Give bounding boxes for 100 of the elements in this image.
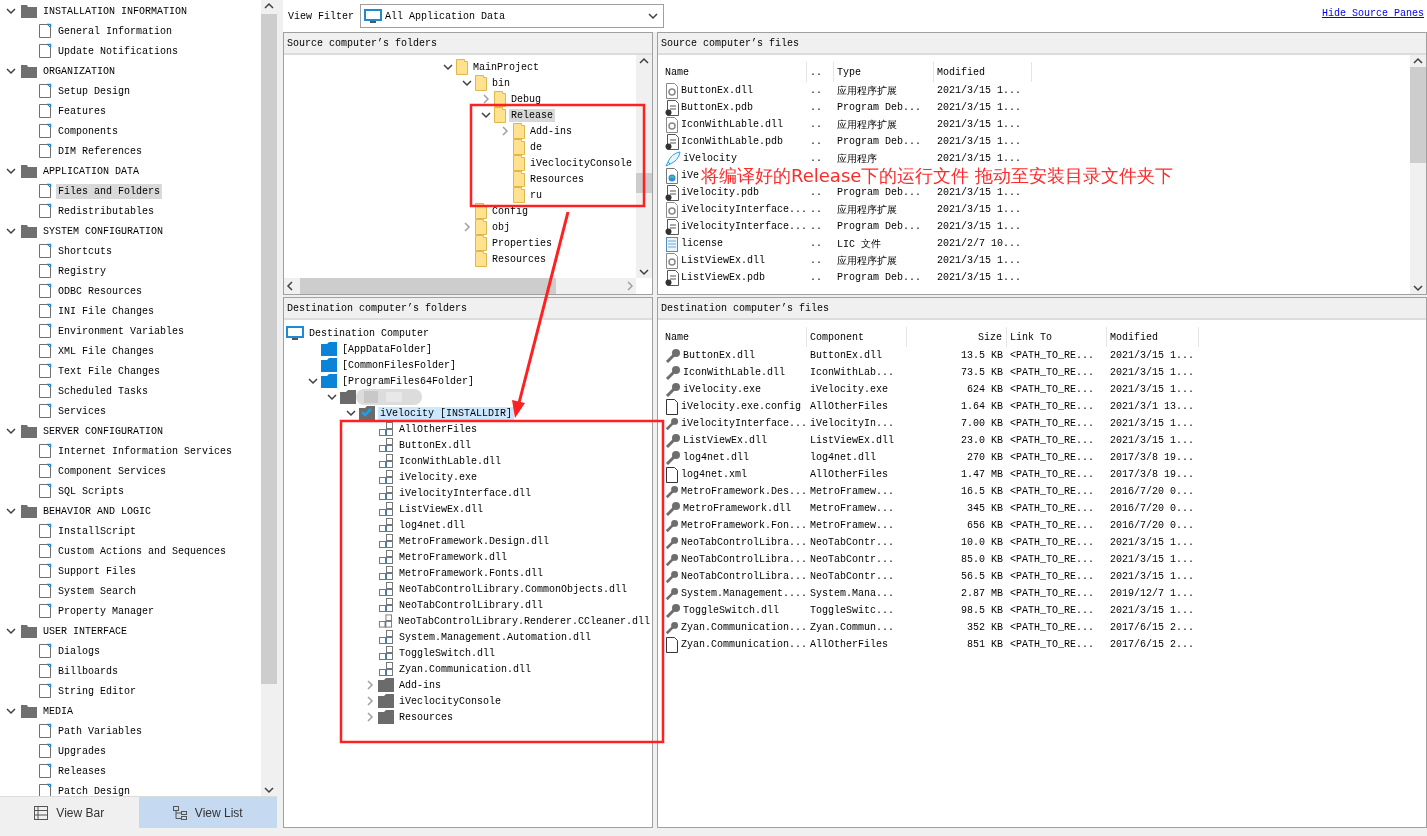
chevron-icon[interactable] — [461, 77, 473, 89]
sidebar-item[interactable]: DIM References — [56, 143, 144, 159]
chevron-icon[interactable] — [5, 505, 17, 517]
sidebar-item[interactable]: General Information — [56, 23, 175, 39]
tree-item[interactable]: Resources — [490, 252, 548, 266]
tree-item[interactable]: iVeclocityConsole — [397, 694, 504, 708]
sidebar-item[interactable]: Components — [56, 123, 120, 139]
chevron-down-icon[interactable] — [263, 784, 275, 796]
tree-item[interactable]: [ProgramFiles64Folder] — [340, 374, 477, 388]
tree-item[interactable]: MetroFramework.dll — [397, 550, 510, 564]
scroll-thumb[interactable] — [1410, 67, 1426, 163]
tree-item[interactable]: Destination Computer — [307, 326, 432, 340]
group-header[interactable]: USER INTERFACE — [43, 625, 127, 637]
tree-item[interactable]: NeoTabControlLibrary.Renderer.CCleaner.dll — [395, 614, 652, 628]
chevron-icon[interactable] — [442, 61, 454, 73]
chevron-icon[interactable] — [480, 109, 492, 121]
sidebar-item[interactable]: XML File Changes — [56, 343, 156, 359]
column-header[interactable]: Type — [834, 62, 934, 82]
tree-item[interactable]: iVelocityInterface.dll — [397, 486, 534, 500]
sidebar-item[interactable]: Component Services — [56, 463, 169, 479]
view-tab[interactable]: View List — [138, 797, 277, 828]
tree-item[interactable]: iVelocity.exe — [397, 470, 479, 484]
tree-item[interactable]: Zyan.Communication.dll — [397, 662, 534, 676]
tree-item[interactable]: Resources — [397, 710, 455, 724]
tree-item[interactable]: ToggleSwitch.dll — [397, 646, 497, 660]
tree-item[interactable]: Add-ins — [528, 124, 574, 138]
scrollbar[interactable] — [284, 278, 636, 294]
scroll-thumb[interactable] — [261, 14, 277, 684]
sidebar-item[interactable]: Path Variables — [56, 723, 144, 739]
chevron-icon[interactable] — [5, 625, 17, 637]
view-filter-dropdown[interactable]: All Application Data — [360, 4, 664, 28]
sidebar-item[interactable]: Redistributables — [56, 203, 156, 219]
sidebar-item[interactable]: Dialogs — [56, 643, 102, 659]
tree-item[interactable]: iVeclocityConsole — [528, 156, 635, 170]
chevron-down-icon[interactable] — [638, 266, 650, 278]
sidebar-item[interactable]: Files and Folders — [56, 183, 163, 199]
sidebar-item[interactable]: String Editor — [56, 683, 138, 699]
view-tab[interactable]: View Bar — [0, 797, 139, 828]
sidebar-item[interactable]: Environment Variables — [56, 323, 187, 339]
tree-item[interactable]: ButtonEx.dll — [397, 438, 473, 452]
sidebar-item[interactable]: Upgrades — [56, 743, 108, 759]
sidebar-item[interactable]: Scheduled Tasks — [56, 383, 150, 399]
column-header[interactable]: Link To — [1007, 327, 1107, 347]
tree-item[interactable]: [CommonFilesFolder] — [340, 358, 459, 372]
chevron-icon[interactable] — [5, 425, 17, 437]
group-header[interactable]: MEDIA — [43, 705, 73, 717]
tree-item[interactable]: iVelocity [INSTALLDIR] — [378, 406, 515, 420]
tree-item[interactable]: AllOtherFiles — [397, 422, 479, 436]
scroll-thumb[interactable] — [300, 278, 556, 294]
sidebar-item[interactable]: Support Files — [56, 563, 138, 579]
group-header[interactable]: INSTALLATION INFORMATION — [43, 5, 188, 17]
tree-item[interactable]: System.Management.Automation.dll — [397, 630, 594, 644]
sidebar-item[interactable]: Property Manager — [56, 603, 156, 619]
group-header[interactable]: SYSTEM CONFIGURATION — [43, 225, 164, 237]
tree-item[interactable]: Resources — [528, 172, 586, 186]
group-header[interactable]: SERVER CONFIGURATION — [43, 425, 164, 437]
sidebar-item[interactable]: INI File Changes — [56, 303, 156, 319]
tree-item[interactable]: Properties — [490, 236, 554, 250]
tree-item[interactable]: MetroFramework.Design.dll — [397, 534, 552, 548]
column-header[interactable]: .. — [807, 62, 834, 82]
tree-item[interactable]: Debug — [509, 92, 543, 106]
tree-item[interactable]: NeoTabControlLibrary.dll — [397, 598, 546, 612]
sidebar-item[interactable]: Setup Design — [56, 83, 132, 99]
column-header[interactable]: Modified — [934, 62, 1032, 82]
sidebar-item[interactable]: Custom Actions and Sequences — [56, 543, 229, 559]
tree-item[interactable]: Release — [509, 108, 555, 122]
group-header[interactable]: BEHAVIOR AND LOGIC — [43, 505, 152, 517]
tree-item[interactable]: ListViewEx.dll — [397, 502, 485, 516]
chevron-icon[interactable] — [5, 225, 17, 237]
chevron-icon[interactable] — [5, 165, 17, 177]
tree-item[interactable]: de — [528, 140, 544, 154]
column-header[interactable]: Name — [662, 62, 807, 82]
chevron-icon[interactable] — [345, 407, 357, 419]
sidebar-item[interactable]: InstallScript — [56, 523, 138, 539]
group-header[interactable]: ORGANIZATION — [43, 65, 115, 77]
sidebar-item[interactable]: Registry — [56, 263, 108, 279]
column-header[interactable]: Component — [807, 327, 907, 347]
sidebar-item[interactable]: Services — [56, 403, 108, 419]
sidebar-item[interactable]: Patch Design — [56, 783, 132, 796]
scrollbar[interactable] — [1410, 55, 1426, 294]
tree-item[interactable]: MainProject — [471, 60, 541, 74]
tree-item[interactable]: NeoTabControlLibrary.CommonObjects.dll — [397, 582, 630, 596]
sidebar-item[interactable]: Internet Information Services — [56, 443, 235, 459]
chevron-icon[interactable] — [5, 65, 17, 77]
caret-icon[interactable] — [647, 10, 659, 22]
column-header[interactable]: Modified — [1107, 327, 1199, 347]
tree-item[interactable]: log4net.dll — [397, 518, 467, 532]
sidebar-item[interactable]: Text File Changes — [56, 363, 163, 379]
sidebar-item[interactable]: Shortcuts — [56, 243, 114, 259]
sidebar-item[interactable]: Update Notifications — [56, 43, 181, 59]
chevron-down-icon[interactable] — [1412, 282, 1424, 294]
tree-item[interactable]: obj — [490, 220, 512, 234]
tree-item[interactable]: Config — [490, 204, 530, 218]
sidebar-item[interactable]: Releases — [56, 763, 108, 779]
chevron-left-icon[interactable] — [284, 280, 296, 292]
scrollbar[interactable] — [636, 55, 652, 278]
tree-item[interactable]: ru — [528, 188, 544, 202]
sidebar-item[interactable]: ODBC Resources — [56, 283, 144, 299]
hide-panes-link[interactable]: Hide Source Panes — [1321, 7, 1424, 19]
chevron-icon[interactable] — [326, 391, 338, 403]
